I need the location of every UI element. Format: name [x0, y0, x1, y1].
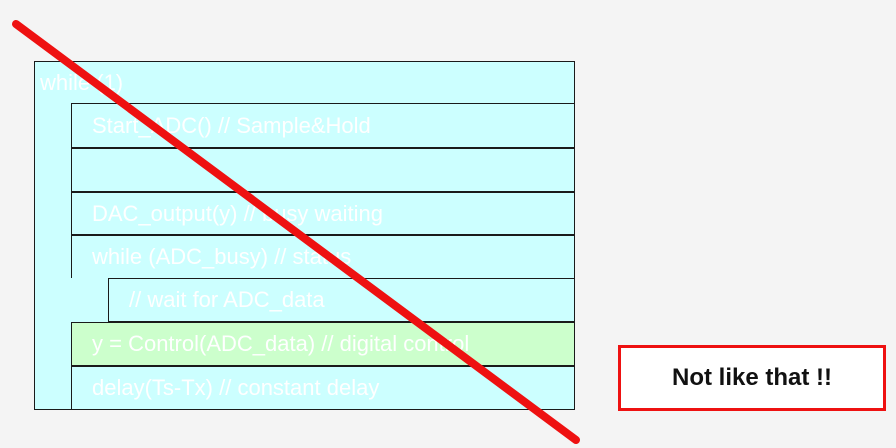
block-start-adc: Start_ADC() // Sample&Hold	[71, 103, 575, 148]
block-dac-output: DAC_output(y) // busy waiting	[71, 192, 575, 235]
note-text: Not like that !!	[672, 364, 832, 391]
block-empty	[71, 148, 575, 192]
note-box: Not like that !!	[618, 345, 886, 411]
inner-loop-body: // wait for ADC_data	[108, 278, 575, 322]
outer-loop-header: while (1)	[40, 70, 124, 95]
block-control: y = Control(ADC_data) // digital control	[71, 322, 575, 366]
block-delay: delay(Ts-Tx) // constant delay	[71, 366, 575, 410]
inner-loop-header: while (ADC_busy) // status	[71, 235, 575, 278]
